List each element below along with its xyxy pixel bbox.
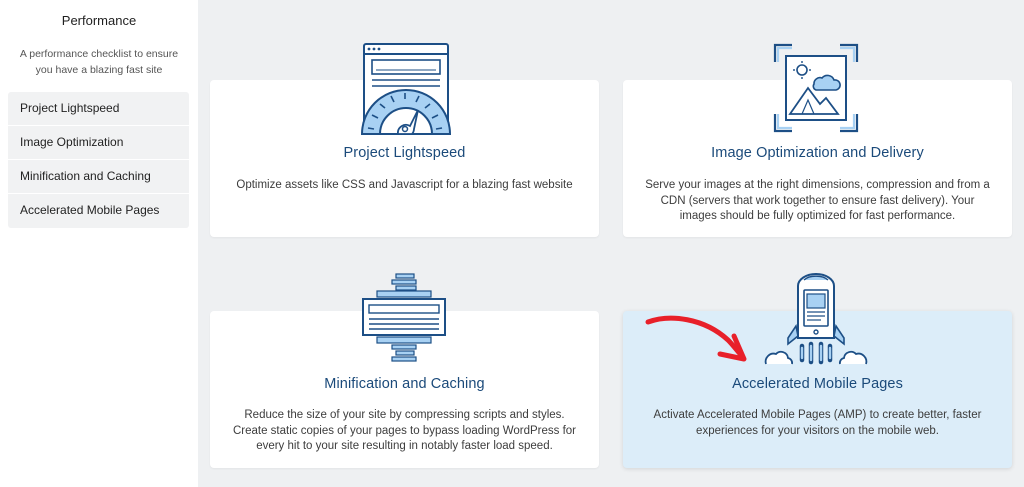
card-title: Minification and Caching	[324, 376, 485, 392]
card-title: Accelerated Mobile Pages	[732, 376, 903, 392]
app: Performance A performance checklist to e…	[0, 0, 1024, 487]
speedometer-browser-icon	[360, 43, 452, 135]
main-content: Project Lightspeed Optimize assets like …	[198, 0, 1024, 487]
sidebar-title: Performance	[61, 13, 137, 28]
card-description: Reduce the size of your site by compress…	[232, 409, 577, 452]
compress-stack-icon	[362, 273, 446, 362]
sidebar-nav: Project Lightspeed Image Optimization Mi…	[8, 92, 189, 228]
rocket-phone-icon	[764, 273, 868, 365]
card-title: Project Lightspeed	[343, 145, 466, 161]
card-description: Optimize assets like CSS and Javascript …	[236, 179, 573, 191]
sidebar-item-minification-caching[interactable]: Minification and Caching	[8, 160, 189, 194]
card-description: Serve your images at the right dimension…	[645, 179, 990, 222]
sidebar-item-image-optimization[interactable]: Image Optimization	[8, 126, 189, 160]
image-frame-icon	[773, 43, 859, 133]
sidebar-description: A performance checklist to ensure you ha…	[19, 48, 179, 76]
red-arrow-icon	[645, 315, 747, 362]
card-description: Activate Accelerated Mobile Pages (AMP) …	[653, 409, 982, 437]
sidebar-item-accelerated-mobile-pages[interactable]: Accelerated Mobile Pages	[8, 194, 189, 228]
sidebar-item-project-lightspeed[interactable]: Project Lightspeed	[8, 92, 189, 126]
card-title: Image Optimization and Delivery	[711, 145, 924, 161]
sidebar: Performance A performance checklist to e…	[0, 0, 198, 487]
